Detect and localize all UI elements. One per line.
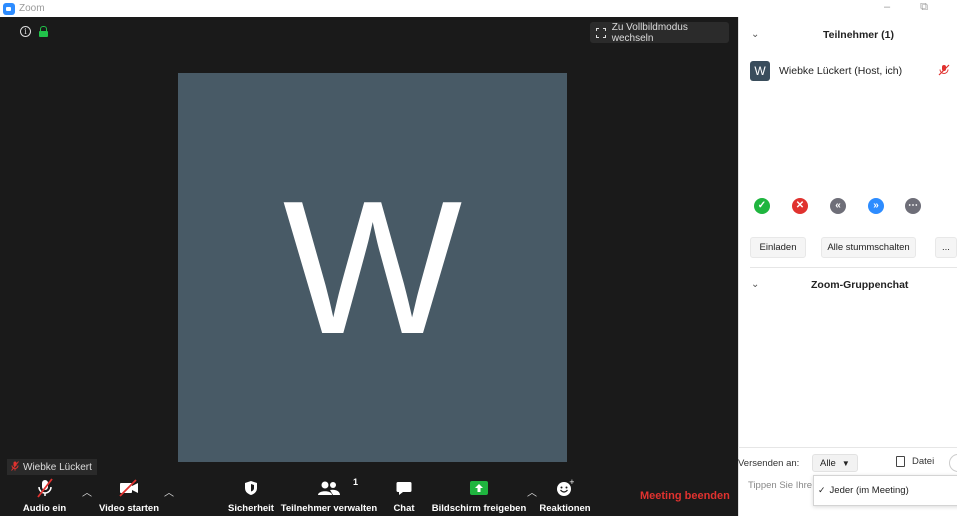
fullscreen-label: Zu Vollbildmodus wechseln	[611, 21, 688, 44]
video-off-icon	[118, 477, 140, 499]
reactions-button[interactable]: + Reaktionen	[539, 477, 591, 516]
share-screen-label: Bildschirm freigeben	[431, 503, 527, 514]
side-panel: ⌄ Teilnehmer (1) W Wiebke Lückert (Host,…	[738, 17, 957, 516]
shield-icon	[244, 477, 258, 499]
chat-label: Chat	[393, 503, 415, 514]
fullscreen-button[interactable]: Zu Vollbildmodus wechseln	[590, 21, 729, 44]
share-screen-button[interactable]: Bildschirm freigeben	[431, 477, 527, 516]
reaction-no-icon[interactable]: ✕	[792, 198, 808, 214]
security-label: Sicherheit	[228, 503, 274, 514]
chat-input[interactable]: Tippen Sie Ihre	[748, 480, 812, 491]
participants-panel-title: Teilnehmer (1)	[823, 29, 894, 41]
participant-row[interactable]: W Wiebke Lückert (Host, ich)	[750, 61, 902, 81]
fullscreen-icon	[596, 27, 606, 38]
minimize-button[interactable]: –	[880, 1, 894, 13]
title-bar: Zoom – ⧉	[0, 0, 957, 17]
name-tag-label: Wiebke Lückert	[23, 461, 92, 473]
share-options-caret[interactable]: ︿	[527, 484, 537, 499]
participant-avatar: W	[750, 61, 770, 81]
participant-muted-mic-icon[interactable]	[938, 64, 950, 79]
chat-more-button[interactable]	[949, 454, 957, 472]
restore-button[interactable]: ⧉	[917, 1, 931, 14]
avatar-letter: W	[282, 161, 463, 374]
send-to-dropdown[interactable]: Alle ▼	[812, 454, 858, 472]
file-button[interactable]: Datei	[896, 456, 934, 467]
file-label: Datei	[912, 456, 935, 467]
end-meeting-button[interactable]: Meeting beenden	[640, 490, 730, 502]
smiley-icon: +	[556, 477, 574, 499]
send-to-dropdown-menu[interactable]: ✓ Jeder (im Meeting)	[813, 475, 957, 506]
chat-divider	[738, 447, 957, 448]
reactions-label: Reaktionen	[539, 503, 591, 514]
video-label: Video starten	[99, 503, 160, 514]
participants-count: 1	[353, 477, 359, 487]
participant-video-tile: W	[178, 73, 567, 462]
participant-name-tag: Wiebke Lückert	[7, 459, 97, 475]
meeting-toolbar: Audio ein ︿ Video starten ︿ Sicherheit 1…	[0, 477, 738, 516]
zoom-logo-icon	[3, 2, 15, 15]
lock-icon[interactable]	[39, 26, 48, 37]
checkmark-icon: ✓	[818, 485, 826, 495]
file-icon	[896, 456, 905, 467]
reaction-slower-icon[interactable]: «	[830, 198, 846, 214]
share-screen-icon	[469, 477, 489, 499]
chat-bubble-icon	[396, 477, 412, 499]
participants-label: Teilnehmer verwalten	[280, 503, 378, 514]
participant-name: Wiebke Lückert (Host, ich)	[779, 65, 903, 77]
more-options-button[interactable]: ...	[935, 237, 957, 258]
invite-button[interactable]: Einladen	[750, 237, 806, 258]
collapse-participants-chevron-icon[interactable]: ⌄	[751, 29, 759, 40]
dropdown-option-everyone[interactable]: Jeder (im Meeting)	[830, 485, 909, 496]
audio-button[interactable]: Audio ein	[22, 477, 67, 516]
send-to-label: Versenden an:	[738, 458, 800, 469]
video-area: i Zu Vollbildmodus wechseln W Wiebke Lüc…	[0, 17, 738, 477]
reaction-yes-icon[interactable]: ✓	[754, 198, 770, 214]
audio-options-caret[interactable]: ︿	[82, 484, 92, 499]
audio-label: Audio ein	[22, 503, 67, 514]
video-options-caret[interactable]: ︿	[164, 484, 174, 499]
chevron-down-icon: ▼	[841, 458, 850, 468]
security-button[interactable]: Sicherheit	[228, 477, 274, 516]
reaction-faster-icon[interactable]: »	[868, 198, 884, 214]
send-to-value: Alle	[820, 457, 836, 469]
participants-button[interactable]: 1 Teilnehmer verwalten	[280, 477, 378, 516]
muted-mic-icon	[11, 460, 19, 474]
meeting-info-icon[interactable]: i	[20, 26, 31, 37]
mute-all-button[interactable]: Alle stummschalten	[821, 237, 916, 258]
window-title: Zoom	[19, 3, 45, 14]
chat-panel-title: Zoom-Gruppenchat	[811, 279, 909, 291]
participants-icon: 1	[317, 477, 358, 499]
chat-button[interactable]: Chat	[389, 477, 419, 516]
reaction-more-icon[interactable]: ⋯	[905, 198, 921, 214]
panel-divider	[750, 267, 957, 268]
video-button[interactable]: Video starten	[99, 477, 160, 516]
collapse-chat-chevron-icon[interactable]: ⌄	[751, 279, 759, 290]
svg-text:+: +	[569, 479, 574, 486]
muted-microphone-icon	[36, 477, 54, 499]
